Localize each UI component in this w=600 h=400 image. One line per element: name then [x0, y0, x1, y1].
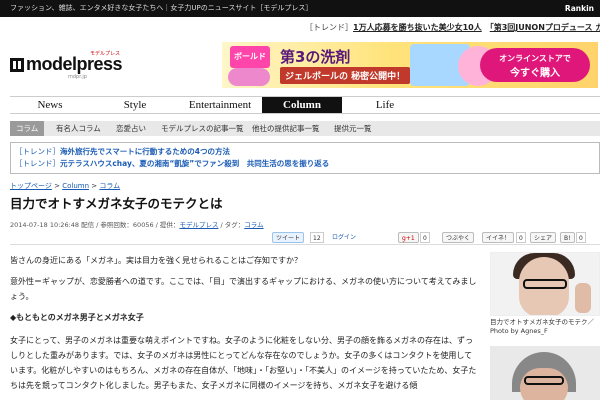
subnav-other-articles[interactable]: 他社の提供記事一覧	[246, 121, 326, 136]
ad-banner[interactable]: ボールド 第3の洗剤 ジェルボールの 秘密公開中！ オンラインストアで 今すぐ購…	[222, 42, 598, 88]
hatena-bookmark-button[interactable]: B!	[560, 232, 575, 243]
subnav-celebrity-column[interactable]: 有名人コラム	[50, 121, 107, 136]
breadcrumb-top[interactable]: トップページ	[10, 182, 52, 190]
ranking-link[interactable]: Rankin	[565, 0, 594, 17]
article-paragraph: 皆さんの身近にある「メガネ」。実は目力を強く見せられることはご存知ですか？	[10, 256, 302, 265]
logo-tag: mdpr.jp	[68, 74, 87, 80]
article-body: 皆さんの身近にある「メガネ」。実は目力を強く見せられることはご存知ですか？ 意外…	[10, 253, 480, 399]
nav-life[interactable]: Life	[350, 97, 420, 113]
breadcrumb-koramu[interactable]: コラム	[99, 182, 120, 190]
breadcrumb-sep: >	[51, 182, 63, 190]
related-photo[interactable]	[490, 346, 600, 400]
login-link[interactable]: ログイン	[332, 232, 356, 241]
trend-link[interactable]: 元テラスハウスchay、夏の湘南“凱旋”でファン殺到 共同生活の思を振り返る	[60, 159, 329, 168]
ticker-headline-rest[interactable]: 「第3回JUNONプロデュース ガールズコ	[490, 23, 600, 32]
tsubuyaku-button[interactable]: つぶやく	[442, 232, 475, 243]
ticker-headline[interactable]: 1万人応募を勝ち抜いた美少女10人	[353, 23, 482, 32]
logo-sub: モデルプレス	[90, 51, 121, 57]
banner-brand-logo: ボールド	[230, 46, 270, 68]
article-title: 目力でオトすメガネ女子のモテクとは	[10, 196, 223, 211]
breadcrumb-sep: >	[89, 182, 100, 190]
subnav-column[interactable]: コラム	[10, 121, 45, 136]
breadcrumb-column[interactable]: Column	[62, 182, 89, 190]
subnav-love-fortune[interactable]: 恋愛占い	[110, 121, 152, 136]
trend-row[interactable]: ［トレンド］海外旅行先でスマートに行動するための4つの方法	[15, 146, 595, 158]
trend-row[interactable]: ［トレンド］元テラスハウスchay、夏の湘南“凱旋”でファン殺到 共同生活の思を…	[15, 158, 595, 170]
banner-cta-line1: オンラインストアで	[499, 54, 571, 63]
gplus-count: 0	[420, 232, 430, 243]
logo-wordmark: modelpress	[26, 54, 123, 74]
photo-hand	[575, 283, 591, 313]
nav-column[interactable]: Column	[262, 97, 342, 113]
article-photo[interactable]	[490, 252, 600, 316]
hatena-count: 0	[576, 232, 586, 243]
meta-tag-link[interactable]: コラム	[244, 221, 263, 229]
sub-nav: コラム 有名人コラム 恋愛占い モデルプレスの記事一覧 他社の提供記事一覧 提供…	[10, 121, 600, 136]
article-paragraph: 意外性＝ギャップが、恋愛勝者への道です。ここでは、「目」で演出するギャップにおけ…	[10, 277, 477, 301]
photo-caption: 目力でオトすメガネ女子のモテク／Photo by Agnes_F	[490, 318, 594, 335]
trend-tag: ［トレンド］	[15, 159, 60, 168]
meta-provider-link[interactable]: モデルプレス	[179, 221, 218, 229]
ticker-text[interactable]: ［トレンド］1万人応募を勝ち抜いた美少女10人 「第3回JUNONプロデュース …	[305, 19, 600, 37]
nav-news[interactable]: News	[10, 97, 90, 113]
tweet-button[interactable]: ツイート	[272, 232, 305, 243]
banner-headline: 第3の洗剤	[280, 48, 351, 66]
breadcrumb: トップページ > Column > コラム	[10, 181, 120, 191]
article-subheading: ◆もともとのメガネ男子とメガネ女子	[10, 313, 144, 322]
banner-subline: ジェルボールの 秘密公開中！	[280, 67, 411, 84]
main-nav: News Style Entertainment Column Life	[10, 96, 600, 114]
subnav-modelpress-articles[interactable]: モデルプレスの記事一覧	[155, 121, 250, 136]
nav-entertainment[interactable]: Entertainment	[175, 97, 265, 113]
subnav-providers[interactable]: 提供元一覧	[328, 121, 378, 136]
share-button[interactable]: シェア	[530, 232, 557, 243]
logo-mark-icon	[10, 58, 24, 72]
iine-button[interactable]: イイネ！	[482, 232, 515, 243]
tweet-count: 12	[310, 232, 324, 243]
meta-tag-label: / タグ：	[218, 221, 245, 229]
photo-glasses-icon	[524, 376, 564, 385]
banner-cta-line2: 今すぐ購入	[510, 68, 560, 79]
photo-glasses-icon	[523, 279, 567, 289]
meta-prefix: 2014-07-18 10:26:48 配信 / 参照回数：60056 / 提供…	[10, 221, 180, 229]
trend-link[interactable]: 海外旅行先でスマートに行動するための4つの方法	[60, 147, 230, 156]
gplus-button[interactable]: g+1	[398, 232, 419, 243]
article-meta: 2014-07-18 10:26:48 配信 / 参照回数：60056 / 提供…	[10, 219, 264, 229]
site-logo[interactable]: modelpress モデルプレス mdpr.jp	[10, 50, 123, 80]
banner-cta-button[interactable]: オンラインストアで 今すぐ購入	[480, 48, 590, 82]
nav-style[interactable]: Style	[100, 97, 170, 113]
social-bar: ツイート 12 ログイン g+1 0 つぶやく イイネ！ 0 シェア B! 0	[10, 231, 600, 245]
banner-product-icon	[228, 68, 270, 86]
trend-tag: ［トレンド］	[15, 147, 60, 156]
ticker-tag: ［トレンド］	[305, 23, 353, 32]
site-tagline: ファッション、雑誌、エンタメ好きな女子たちへ｜女子力UPのニュースサイト［モデル…	[10, 4, 313, 12]
article-paragraph: 女子にとって、男子のメガネは重要な萌えポイントですね。女子のように化粧をしない分…	[10, 336, 477, 390]
trend-box: ［トレンド］海外旅行先でスマートに行動するための4つの方法 ［トレンド］元テラス…	[10, 142, 600, 174]
top-bar: ファッション、雑誌、エンタメ好きな女子たちへ｜女子力UPのニュースサイト［モデル…	[0, 0, 600, 17]
news-ticker: ［トレンド］1万人応募を勝ち抜いた美少女10人 「第3回JUNONプロデュース …	[0, 19, 600, 37]
iine-count: 0	[516, 232, 526, 243]
